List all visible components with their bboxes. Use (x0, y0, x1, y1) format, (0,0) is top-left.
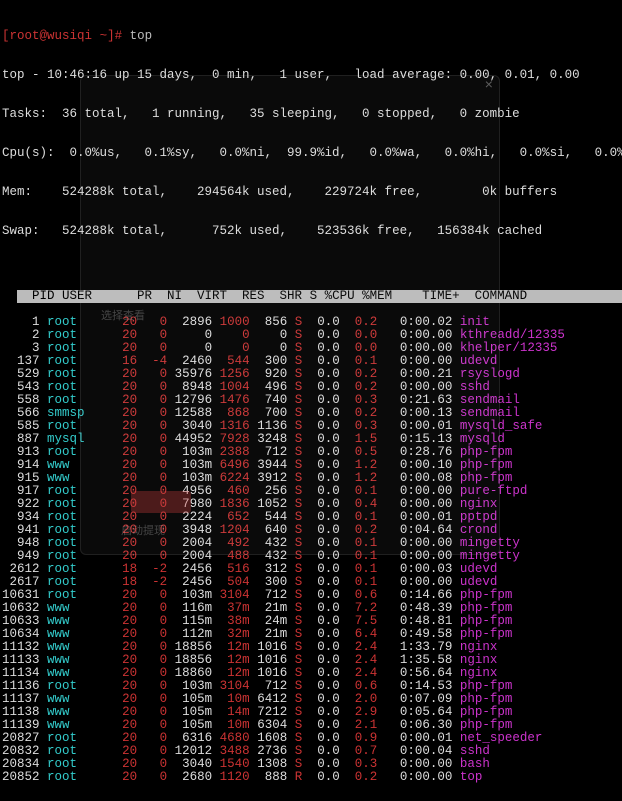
prompt-line: [root@wusiqi ~]# top (2, 30, 620, 43)
process-list: 1 root 20 0 2896 1000 856 S 0.0 0.2 0:00… (2, 316, 620, 784)
blank (2, 264, 620, 277)
process-row: 20852 root 20 0 2680 1120 888 R 0.0 0.2 … (2, 771, 620, 784)
summary-mem: Mem: 524288k total, 294564k used, 229724… (2, 186, 620, 199)
summary-uptime: top - 10:46:16 up 15 days, 0 min, 1 user… (2, 69, 620, 82)
process-header: PID USER PR NI VIRT RES SHR S %CPU %MEM … (17, 290, 622, 303)
summary-tasks: Tasks: 36 total, 1 running, 35 sleeping,… (2, 108, 620, 121)
summary-cpu: Cpu(s): 0.0%us, 0.1%sy, 0.0%ni, 99.9%id,… (2, 147, 620, 160)
summary-swap: Swap: 524288k total, 752k used, 523536k … (2, 225, 620, 238)
terminal: [root@wusiqi ~]# top top - 10:46:16 up 1… (0, 0, 622, 801)
